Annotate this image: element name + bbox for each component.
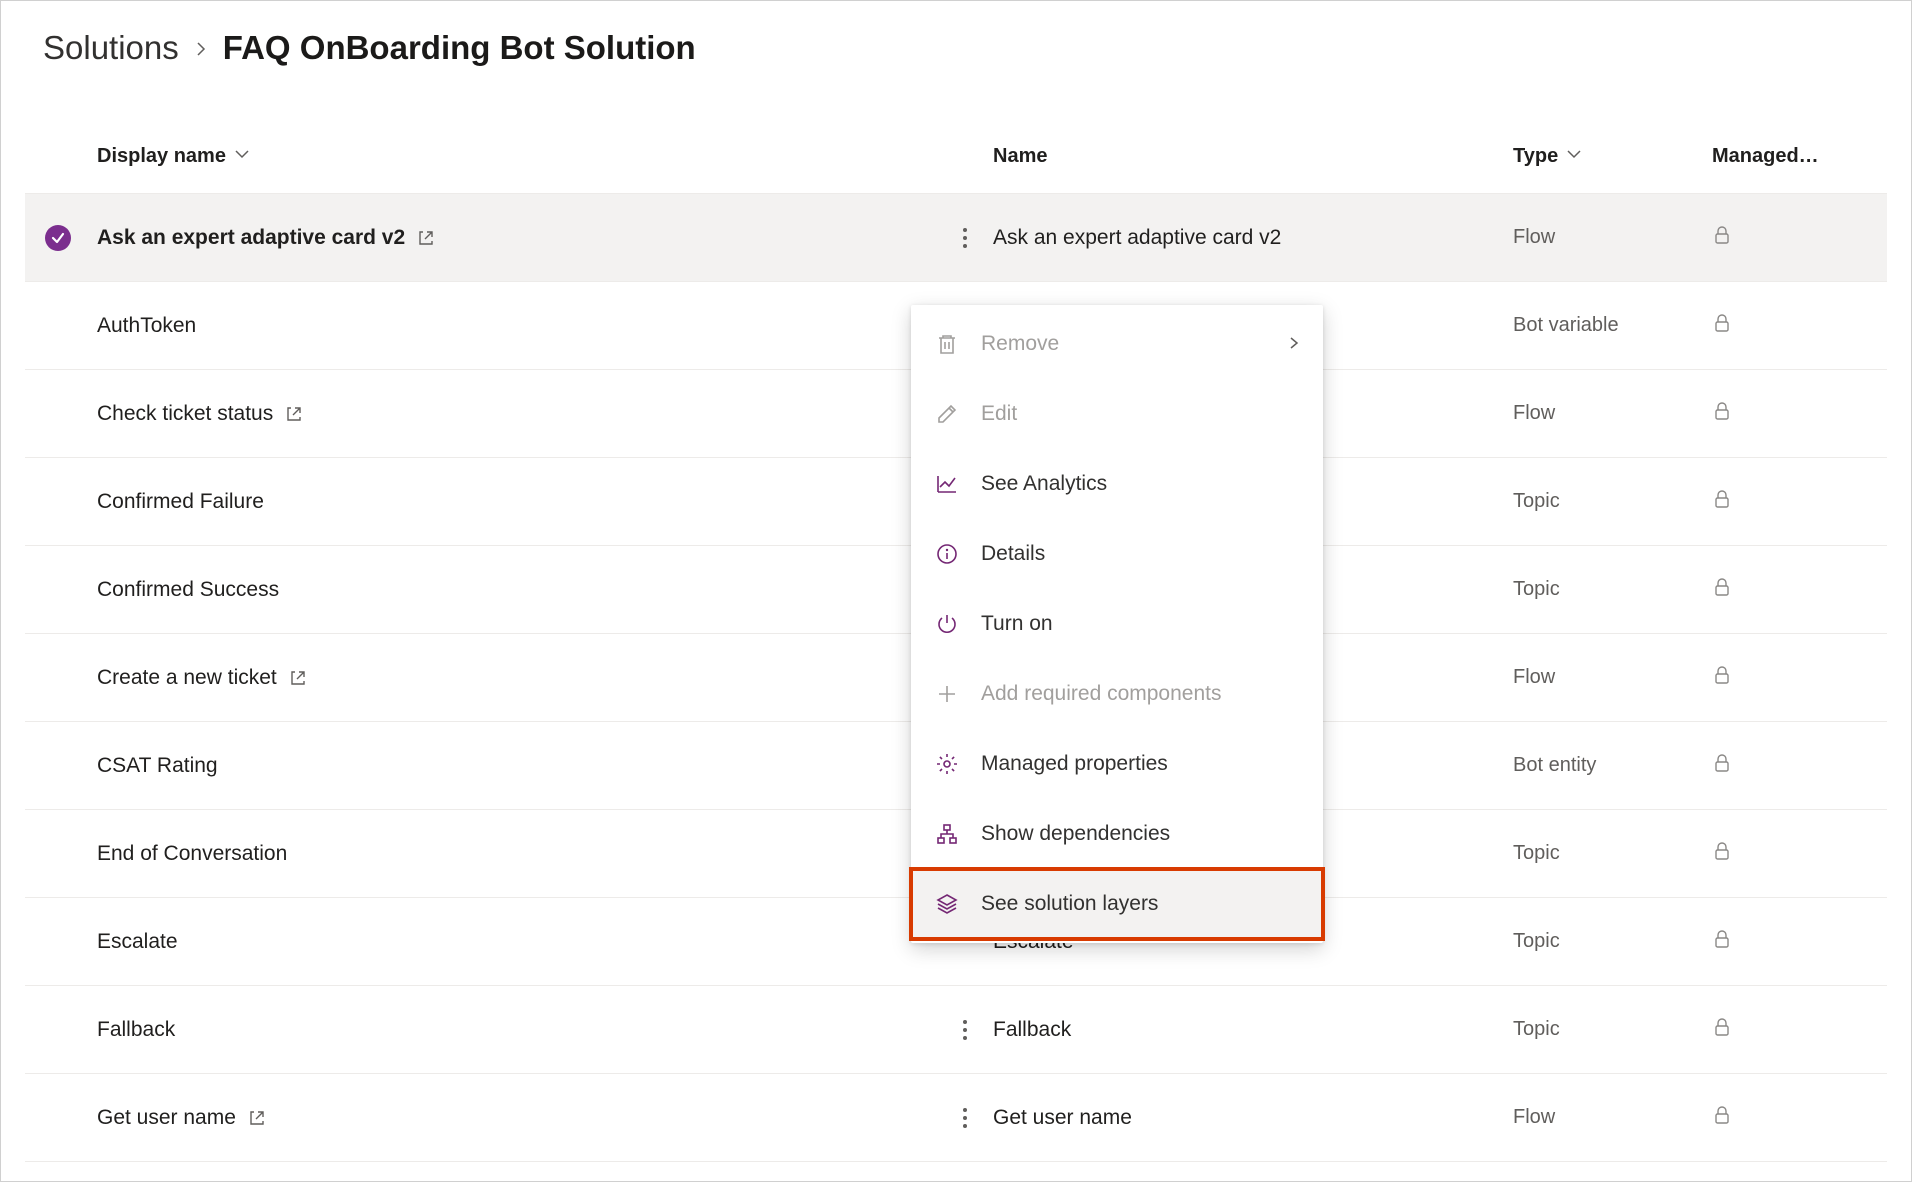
table-row[interactable]: Ask an expert adaptive card v2 Ask an exp… (25, 194, 1887, 282)
menu-item-label: Remove (981, 332, 1267, 356)
display-name-cell[interactable]: Confirmed Failure (97, 490, 937, 514)
lock-icon (1712, 1105, 1867, 1130)
type-cell: Topic (1513, 842, 1712, 865)
menu-item-label: See Analytics (981, 472, 1301, 496)
lock-icon (1712, 401, 1867, 426)
type-cell: Topic (1513, 490, 1712, 513)
type-cell: Topic (1513, 930, 1712, 953)
display-name-cell[interactable]: Confirmed Success (97, 578, 937, 602)
menu-item-gear[interactable]: Managed properties (911, 729, 1323, 799)
menu-item-info[interactable]: Details (911, 519, 1323, 589)
type-cell: Flow (1513, 226, 1712, 249)
column-header-display-name[interactable]: Display name (97, 145, 937, 168)
lock-icon (1712, 929, 1867, 954)
breadcrumb-current: FAQ OnBoarding Bot Solution (223, 29, 696, 67)
gear-icon (933, 750, 961, 778)
pencil-icon (933, 400, 961, 428)
menu-item-power[interactable]: Turn on (911, 589, 1323, 659)
chevron-right-icon (193, 33, 209, 64)
column-header-managed[interactable]: Managed… (1712, 145, 1867, 168)
lock-icon (1712, 489, 1867, 514)
name-cell: Ask an expert adaptive card v2 (993, 226, 1513, 250)
menu-item-label: Add required components (981, 682, 1301, 706)
display-name-cell[interactable]: Create a new ticket (97, 666, 937, 690)
lock-icon (1712, 225, 1867, 250)
power-icon (933, 610, 961, 638)
selected-check-icon[interactable] (45, 225, 71, 251)
row-actions-button[interactable] (945, 218, 985, 258)
external-link-icon (285, 405, 303, 423)
display-name-cell[interactable]: Fallback (97, 1018, 937, 1042)
lock-icon (1712, 753, 1867, 778)
context-menu: Remove Edit See Analytics Details Turn on Add… (911, 305, 1323, 943)
display-name-cell[interactable]: Get user name (97, 1106, 937, 1130)
table-row[interactable]: FallbackFallbackTopic (25, 986, 1887, 1074)
lock-icon (1712, 665, 1867, 690)
column-header-type[interactable]: Type (1513, 145, 1712, 168)
menu-item-plus: Add required components (911, 659, 1323, 729)
lock-icon (1712, 841, 1867, 866)
analytics-icon (933, 470, 961, 498)
column-header-name[interactable]: Name (993, 145, 1513, 168)
lock-icon (1712, 313, 1867, 338)
menu-item-label: Details (981, 542, 1301, 566)
chevron-down-icon (1566, 145, 1582, 168)
type-cell: Topic (1513, 578, 1712, 601)
table-header-row: Display name Name Type Managed… (25, 119, 1887, 194)
breadcrumb: Solutions FAQ OnBoarding Bot Solution (1, 1, 1911, 119)
chevron-right-icon (1287, 332, 1301, 356)
display-name-cell[interactable]: CSAT Rating (97, 754, 937, 778)
display-name-cell[interactable]: AuthToken (97, 314, 937, 338)
name-cell: Get user name (993, 1106, 1513, 1130)
menu-item-label: Show dependencies (981, 822, 1301, 846)
lock-icon (1712, 1017, 1867, 1042)
display-name-cell[interactable]: Escalate (97, 930, 937, 954)
display-name-cell[interactable]: Check ticket status (97, 402, 937, 426)
menu-item-label: Managed properties (981, 752, 1301, 776)
trash-icon (933, 330, 961, 358)
external-link-icon (289, 669, 307, 687)
type-cell: Bot variable (1513, 314, 1712, 337)
name-cell: Fallback (993, 1018, 1513, 1042)
type-cell: Flow (1513, 1106, 1712, 1129)
chevron-down-icon (234, 145, 250, 168)
row-actions-button[interactable] (945, 1098, 985, 1138)
hierarchy-icon (933, 820, 961, 848)
external-link-icon (417, 229, 435, 247)
display-name-cell[interactable]: Ask an expert adaptive card v2 (97, 226, 937, 250)
plus-icon (933, 680, 961, 708)
menu-item-hierarchy[interactable]: Show dependencies (911, 799, 1323, 869)
type-cell: Topic (1513, 1018, 1712, 1041)
breadcrumb-root[interactable]: Solutions (43, 29, 179, 67)
menu-item-label: See solution layers (981, 892, 1301, 916)
menu-item-pencil: Edit (911, 379, 1323, 449)
info-icon (933, 540, 961, 568)
menu-item-trash: Remove (911, 309, 1323, 379)
layers-icon (933, 890, 961, 918)
menu-item-label: Turn on (981, 612, 1301, 636)
display-name-cell[interactable]: End of Conversation (97, 842, 937, 866)
menu-item-analytics[interactable]: See Analytics (911, 449, 1323, 519)
menu-item-layers[interactable]: See solution layers (911, 869, 1323, 939)
external-link-icon (248, 1109, 266, 1127)
table-row[interactable]: Get user nameGet user nameFlow (25, 1074, 1887, 1162)
type-cell: Flow (1513, 402, 1712, 425)
lock-icon (1712, 577, 1867, 602)
row-actions-button[interactable] (945, 1010, 985, 1050)
type-cell: Bot entity (1513, 754, 1712, 777)
type-cell: Flow (1513, 666, 1712, 689)
menu-item-label: Edit (981, 402, 1301, 426)
